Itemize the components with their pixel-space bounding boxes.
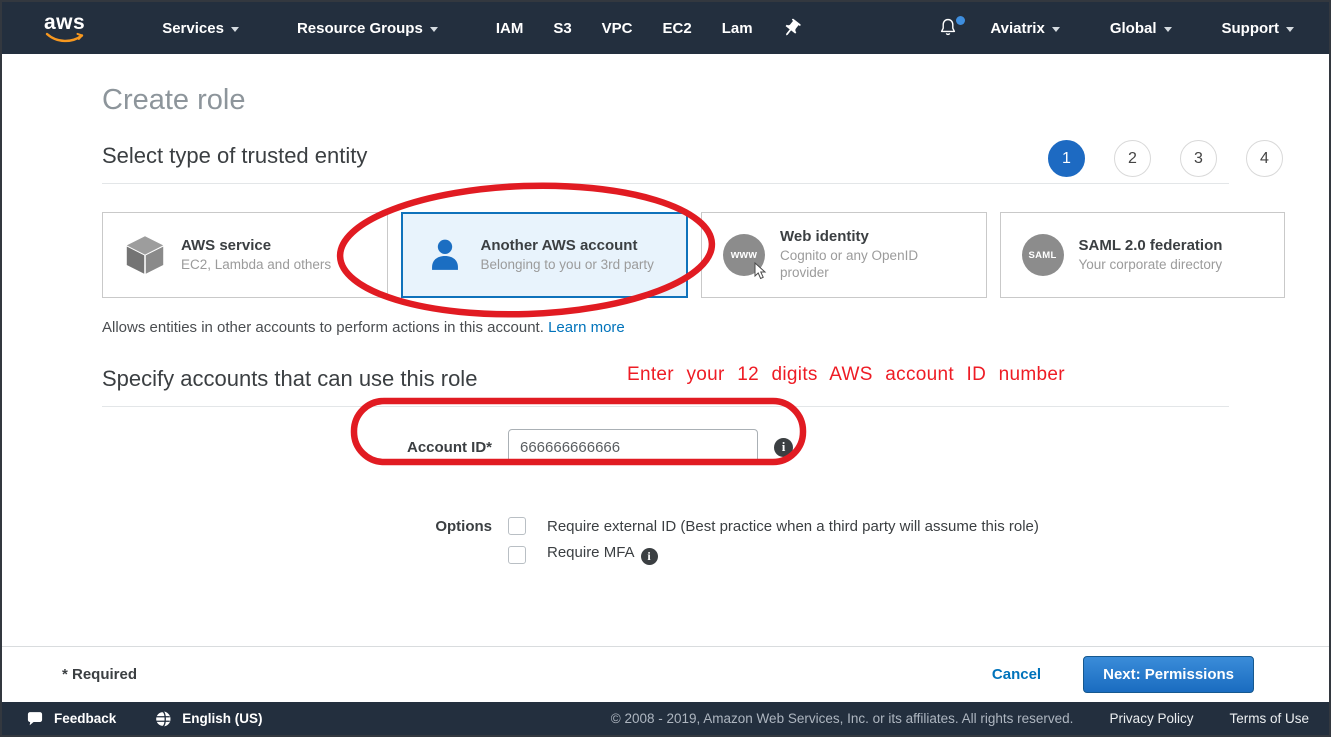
tile-saml-federation[interactable]: SAML SAML 2.0 federation Your corporate … xyxy=(1000,212,1286,298)
copyright-text: © 2008 - 2019, Amazon Web Services, Inc.… xyxy=(611,711,1074,726)
nav-services-menu[interactable]: Services xyxy=(145,2,256,54)
nav-resource-groups-menu[interactable]: Resource Groups xyxy=(280,2,455,54)
account-id-row: Account ID* i xyxy=(102,429,1229,465)
language-selector[interactable]: English (US) xyxy=(154,710,262,728)
speech-bubble-icon xyxy=(26,710,44,727)
require-mfa-checkbox[interactable] xyxy=(508,546,526,564)
red-annotation-text: Enter your 12 digits AWS account ID numb… xyxy=(627,364,1065,386)
aws-logo[interactable]: aws xyxy=(44,14,85,43)
saml-badge-icon: SAML xyxy=(1007,234,1079,276)
terms-of-use-link[interactable]: Terms of Use xyxy=(1229,711,1309,726)
pin-icon[interactable] xyxy=(768,2,815,54)
info-icon[interactable]: i xyxy=(774,438,793,457)
chevron-down-icon xyxy=(231,27,239,32)
tile-title: AWS service xyxy=(181,237,331,254)
trusted-entity-tiles: AWS service EC2, Lambda and others Anoth… xyxy=(102,212,1285,298)
chevron-down-icon xyxy=(430,27,438,32)
person-icon xyxy=(409,234,481,276)
notifications-bell-icon[interactable] xyxy=(923,2,973,54)
tile-subtitle: Your corporate directory xyxy=(1079,257,1223,274)
learn-more-link[interactable]: Learn more xyxy=(548,319,625,336)
account-id-input[interactable] xyxy=(508,429,758,465)
nav-shortcut-vpc[interactable]: VPC xyxy=(587,2,648,54)
privacy-policy-link[interactable]: Privacy Policy xyxy=(1109,711,1193,726)
options-row: Options Require external ID (Best practi… xyxy=(102,517,1229,574)
tile-subtitle: Belonging to you or 3rd party xyxy=(481,257,654,274)
top-navbar: aws Services Resource Groups IAM S3 VPC … xyxy=(2,2,1329,54)
nav-support-menu[interactable]: Support xyxy=(1205,2,1312,54)
nav-account-menu[interactable]: Aviatrix xyxy=(973,2,1076,54)
bottom-bar: Feedback English (US) © 2008 - 2019, Ama… xyxy=(2,702,1329,735)
required-note: * Required xyxy=(62,666,137,683)
step-3-indicator: 3 xyxy=(1180,140,1217,177)
tile-aws-service[interactable]: AWS service EC2, Lambda and others xyxy=(102,212,388,298)
nav-region-menu[interactable]: Global xyxy=(1093,2,1189,54)
options-label: Options xyxy=(102,517,492,535)
step-1-indicator: 1 xyxy=(1048,140,1085,177)
tile-subtitle: EC2, Lambda and others xyxy=(181,257,331,274)
www-globe-icon: www xyxy=(708,234,780,276)
require-external-id-label: Require external ID (Best practice when … xyxy=(547,518,1039,535)
step-4-indicator: 4 xyxy=(1246,140,1283,177)
aws-smile-icon xyxy=(45,32,85,43)
tile-title: SAML 2.0 federation xyxy=(1079,237,1223,254)
trusted-entity-description: Allows entities in other accounts to per… xyxy=(102,319,1229,336)
feedback-button[interactable]: Feedback xyxy=(26,710,116,727)
require-external-id-checkbox[interactable] xyxy=(508,517,526,535)
nav-shortcut-iam[interactable]: IAM xyxy=(481,2,539,54)
tile-title: Web identity xyxy=(780,228,960,245)
tile-web-identity[interactable]: www Web identity Cognito or any OpenID p… xyxy=(701,212,987,298)
aws-logo-text: aws xyxy=(44,14,85,32)
chevron-down-icon xyxy=(1164,27,1172,32)
wizard-footer: * Required Cancel Next: Permissions xyxy=(2,646,1329,702)
globe-icon xyxy=(154,710,172,728)
chevron-down-icon xyxy=(1052,27,1060,32)
tile-another-aws-account[interactable]: Another AWS account Belonging to you or … xyxy=(401,212,689,298)
next-permissions-button[interactable]: Next: Permissions xyxy=(1083,656,1254,693)
info-icon[interactable]: i xyxy=(641,548,658,565)
require-mfa-label: Require MFAi xyxy=(547,544,658,565)
tile-subtitle: Cognito or any OpenID provider xyxy=(780,248,960,282)
aws-console-window: aws Services Resource Groups IAM S3 VPC … xyxy=(0,0,1331,737)
notification-dot xyxy=(956,16,965,25)
account-id-label: Account ID* xyxy=(102,439,492,456)
tile-title: Another AWS account xyxy=(481,237,654,254)
chevron-down-icon xyxy=(1286,27,1294,32)
cube-icon xyxy=(109,232,181,278)
cancel-button[interactable]: Cancel xyxy=(992,666,1041,683)
nav-shortcut-ec2[interactable]: EC2 xyxy=(648,2,707,54)
wizard-steps: 1 2 3 4 xyxy=(1048,140,1283,177)
main-content: Create role 1 2 3 4 Select type of trust… xyxy=(2,54,1329,646)
nav-shortcut-lambda[interactable]: Lam xyxy=(707,2,768,54)
mouse-cursor-icon xyxy=(754,262,768,280)
step-2-indicator: 2 xyxy=(1114,140,1151,177)
nav-shortcut-s3[interactable]: S3 xyxy=(538,2,586,54)
page-title: Create role xyxy=(102,84,1229,117)
